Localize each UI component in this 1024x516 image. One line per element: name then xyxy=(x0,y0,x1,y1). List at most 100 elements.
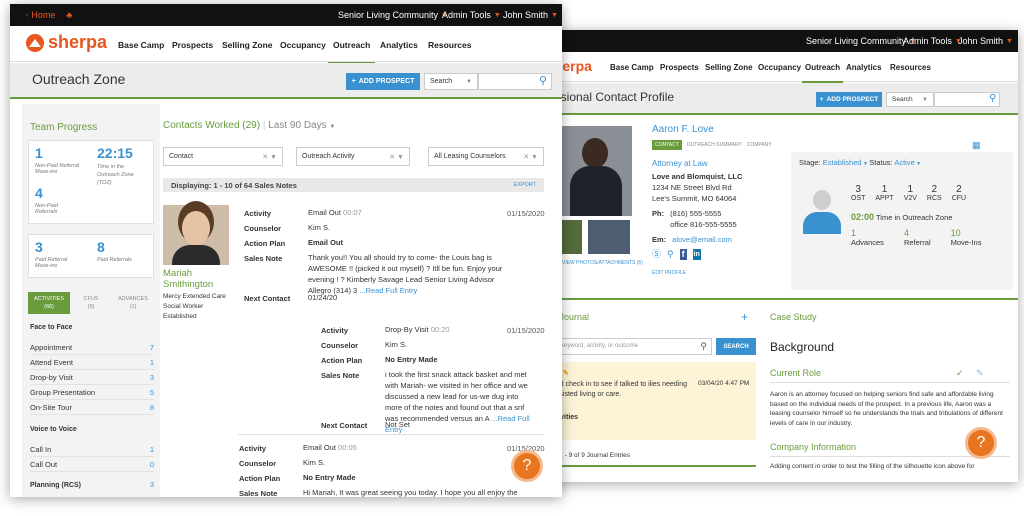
email-link[interactable]: alove@email.com xyxy=(672,234,732,245)
search-icon[interactable]: ⚲ xyxy=(539,74,547,87)
photo-face xyxy=(182,211,210,245)
note3-counselor: Kim S. xyxy=(303,458,326,467)
community-menu[interactable]: Senior Living Community ▼ xyxy=(806,30,916,52)
clear-and-chevron-icon[interactable]: ✕ ▼ xyxy=(262,153,277,161)
planning-row[interactable]: Planning (RCS) 3 xyxy=(30,482,154,489)
metric-value: 2 xyxy=(956,184,962,195)
read-full-entry-link[interactable]: ...Read Full Entry xyxy=(359,286,417,295)
face-to-face-heading: Face to Face xyxy=(30,324,73,331)
help-button[interactable]: ? xyxy=(511,450,543,482)
person-details: Mercy Extended Care Social Worker Establ… xyxy=(163,292,226,322)
add-icon: + xyxy=(351,78,356,85)
status-value[interactable]: Active xyxy=(894,158,914,167)
nav-resources[interactable]: Resources xyxy=(428,40,471,50)
linkedin-icon[interactable]: in xyxy=(692,249,701,260)
bell-icon[interactable]: ♣ xyxy=(66,10,72,20)
note1-sales-note: Thank you!! You all should try to come- … xyxy=(308,252,508,296)
user-label: John Smith xyxy=(503,10,549,20)
activity-count-row[interactable]: Appointment 7 xyxy=(30,340,154,355)
activity-count-row[interactable]: Call Out 0 xyxy=(30,457,154,472)
nav-outreach[interactable]: Outreach xyxy=(328,34,376,64)
stat-label: Non-Paid Referral Move-ins xyxy=(35,163,80,175)
nav-analytics[interactable]: Analytics xyxy=(846,63,882,72)
add-prospect-button[interactable]: + ADD PROSPECT xyxy=(816,92,882,107)
nav-base-camp[interactable]: Base Camp xyxy=(610,63,654,72)
clear-and-chevron-icon[interactable]: ✕ ▼ xyxy=(389,153,404,161)
nav-base-camp[interactable]: Base Camp xyxy=(118,40,164,50)
nav-analytics[interactable]: Analytics xyxy=(380,40,418,50)
view-photos-link[interactable]: VIEW PHOTOS/ATTACHMENTS (6) xyxy=(562,260,643,266)
nav-selling-zone[interactable]: Selling Zone xyxy=(705,63,753,72)
tab-company[interactable]: COMPANY xyxy=(747,140,772,150)
activity-count-row[interactable]: Call In 1 xyxy=(30,442,154,457)
facebook-icon[interactable]: f xyxy=(679,249,687,260)
home-link[interactable]: ‹ Home ♣ xyxy=(26,4,72,26)
summary-value: 4 xyxy=(903,228,909,238)
check-circle-icon[interactable]: ✓ xyxy=(956,368,964,379)
date-range-select[interactable]: Last 90 Days xyxy=(268,120,326,131)
nav-selling-zone[interactable]: Selling Zone xyxy=(222,40,273,50)
add-journal-icon[interactable]: + xyxy=(741,310,748,324)
search-type-select[interactable]: Search ▼ xyxy=(424,73,478,90)
nav-resources[interactable]: Resources xyxy=(890,63,931,72)
user-menu[interactable]: John Smith ▼ xyxy=(958,30,1013,52)
photo-shoulders xyxy=(172,245,220,265)
nav-prospects[interactable]: Prospects xyxy=(660,63,699,72)
pencil-icon[interactable]: ✎ xyxy=(976,368,984,379)
admin-tools-menu[interactable]: Admin Tools ▼ xyxy=(903,30,962,52)
activity-count-row[interactable]: Drop-by Visit 3 xyxy=(30,370,154,385)
nav-occupancy[interactable]: Occupancy xyxy=(280,40,326,50)
tab-advances[interactable]: ADVANCES (1) xyxy=(112,292,154,314)
photo-thumb[interactable] xyxy=(588,220,630,254)
journal-search-input[interactable]: by keyword, activity, or outcome ⚲ xyxy=(548,338,712,355)
tab-contact[interactable]: CONTACT xyxy=(652,140,682,150)
clear-and-chevron-icon[interactable]: ✕ ▼ xyxy=(523,153,538,161)
skype-icon[interactable]: Ⓢ xyxy=(652,249,661,260)
tab-cfus[interactable]: CFUS (9) xyxy=(70,292,112,314)
nav-outreach[interactable]: Outreach xyxy=(802,59,844,83)
main-nav: sherpa Base Camp Prospects Selling Zone … xyxy=(10,26,562,64)
activity-count-row[interactable]: Attend Event 1 xyxy=(30,355,154,370)
contact-filter[interactable]: Contact ✕ ▼ xyxy=(163,147,283,166)
user-menu[interactable]: John Smith ▼ xyxy=(503,4,558,26)
location-pin-icon[interactable]: ⚲ xyxy=(667,249,674,260)
admin-tools-menu[interactable]: Admin Tools ▼ xyxy=(442,4,501,26)
sherpa-logo[interactable]: sherpa xyxy=(26,32,107,53)
counselor-filter[interactable]: All Leasing Counselors ✕ ▼ xyxy=(428,147,544,166)
stage-value[interactable]: Established xyxy=(823,158,862,167)
add-prospect-button[interactable]: + ADD PROSPECT xyxy=(346,73,420,90)
edit-profile-link[interactable]: EDIT PROFILE xyxy=(652,268,782,279)
top-bar: Senior Living Community ▼ Admin Tools ▼ Jo… xyxy=(548,30,1018,52)
journal-search-button[interactable]: SEARCH xyxy=(716,338,756,355)
search-type-select[interactable]: Search ▼ xyxy=(886,92,934,107)
contact-profile-window: Senior Living Community ▼ Admin Tools ▼ Jo… xyxy=(548,30,1018,482)
action-plan-label: Action Plan xyxy=(239,474,281,483)
tab-activities[interactable]: ACTIVITIES (66) xyxy=(28,292,70,314)
photo-thumb[interactable] xyxy=(562,220,582,254)
address-line1: 1234 NE Street Blvd Rd xyxy=(652,183,732,192)
person-role: Social Worker xyxy=(163,303,204,310)
grid-menu-icon[interactable]: ▦ xyxy=(972,140,981,151)
team-stats-card: 1 Non-Paid Referral Move-ins 22:15 Time … xyxy=(28,140,154,224)
tab-outreach-summary[interactable]: OUTREACH SUMMARY xyxy=(687,140,742,150)
activity-count-row[interactable]: On-Site Tour 8 xyxy=(30,400,154,415)
search-icon[interactable]: ⚲ xyxy=(989,93,996,104)
counselor-label: Counselor xyxy=(244,224,282,233)
export-link[interactable]: EXPORT xyxy=(513,182,536,188)
person-name[interactable]: Mariah Smithington xyxy=(163,268,233,290)
profile-tabs: CONTACT OUTREACH SUMMARY COMPANY xyxy=(652,140,772,150)
outreach-activity-filter[interactable]: Outreach Activity ✕ ▼ xyxy=(296,147,410,166)
metric-value: 1 xyxy=(881,184,888,195)
note1-action-plan: Email Out xyxy=(308,238,344,247)
toz-label: Time in Outreach Zone xyxy=(875,213,953,222)
activity-count-row[interactable]: Group Presentation 5 xyxy=(30,385,154,400)
face-to-face-list: Appointment 7 Attend Event 1 Drop-by Visit 3 G… xyxy=(30,340,154,415)
community-menu[interactable]: Senior Living Community ▼ xyxy=(338,4,448,26)
nav-prospects[interactable]: Prospects xyxy=(172,40,213,50)
next-contact-label: Next Contact xyxy=(321,421,368,430)
pencil-icon[interactable]: ✎ xyxy=(563,370,569,377)
journal-entry[interactable]: gy ✎ 03/04/20 4:47 PM and check in to se… xyxy=(548,362,756,440)
nav-occupancy[interactable]: Occupancy xyxy=(758,63,801,72)
activity-count: 3 xyxy=(149,372,154,382)
help-button[interactable]: ? xyxy=(965,427,997,459)
